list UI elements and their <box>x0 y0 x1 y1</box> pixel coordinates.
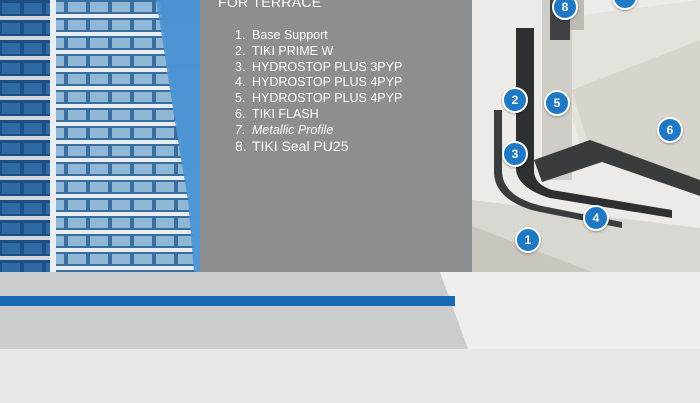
bottom-band <box>0 272 700 403</box>
list-item: 7. Metallic Profile <box>235 122 334 137</box>
list-item: 4. HYDROSTOP PLUS 4PYP <box>235 75 403 90</box>
tower-illustration <box>0 0 200 272</box>
decorative-shapes <box>0 272 700 403</box>
layer-6-badge: 6 <box>657 117 683 143</box>
list-item: 2. TIKI PRIME W <box>235 43 334 58</box>
layer-4-badge: 4 <box>583 205 609 231</box>
list-item: 5. HYDROSTOP PLUS 4PYP <box>235 91 403 106</box>
section-heading: FOR TERRACE <box>218 0 322 10</box>
list-item: 6. TIKI FLASH <box>235 106 319 121</box>
layer-1-badge: 1 <box>515 227 541 253</box>
accent-bar <box>0 296 455 306</box>
layer-list: 1. Base Support 2. TIKI PRIME W 3. HYDROSTO… <box>235 28 402 154</box>
list-item: 3. HYDROSTOP PLUS 3PYP <box>235 59 403 74</box>
list-item: 8. TIKI Seal PU25 <box>235 137 349 154</box>
layer-5-badge: 5 <box>544 90 570 116</box>
list-item: 1. Base Support <box>235 28 328 42</box>
layer-3-badge: 3 <box>502 141 528 167</box>
waterproofing-diagram: 1 2 3 4 5 6 8 <box>472 0 700 272</box>
layer-2-badge: 2 <box>502 87 528 113</box>
building-photo <box>0 0 200 272</box>
